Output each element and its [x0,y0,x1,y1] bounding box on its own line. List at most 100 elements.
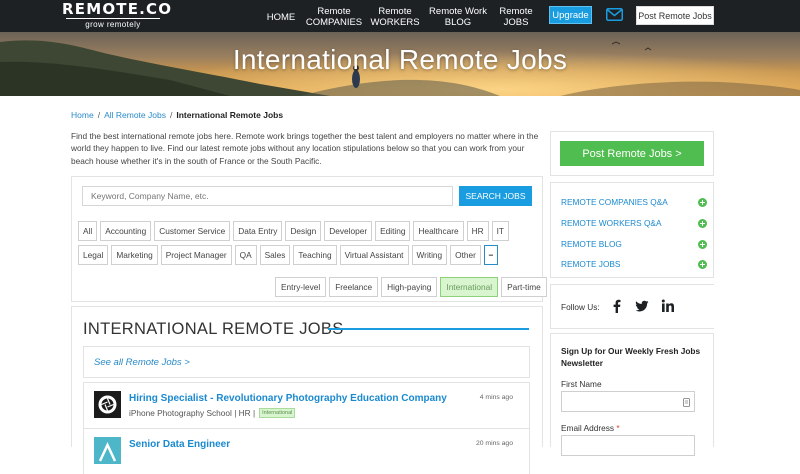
job-category: HR [238,408,251,418]
job-meta: iPhone Photography School | HR | Interna… [129,408,296,418]
job-type-tag-freelance[interactable]: Freelance [329,277,379,297]
follow-us-panel: Follow Us: [550,284,714,329]
first-name-label: First Name [561,379,602,389]
top-navigation-bar: REMOTE.CO grow remotely HOME Remote COMP… [0,0,800,32]
nav-remote-workers-link[interactable]: Remote WORKERS [370,4,420,30]
plus-circle-icon [698,259,707,269]
category-tag-qa[interactable]: QA [234,245,257,265]
category-tag-it[interactable]: IT [491,221,509,241]
job-title-link[interactable]: Senior Data Engineer [129,439,230,450]
sidebar-link-remote-companies-qa[interactable]: REMOTE COMPANIES Q&A [561,195,707,209]
camera-aperture-logo-icon [94,391,121,418]
jobs-list-panel: INTERNATIONAL REMOTE JOBS See all Remote… [71,306,543,474]
category-tag-project-manager[interactable]: Project Manager [160,245,232,265]
newsletter-signup-panel: Sign Up for Our Weekly Fresh Jobs Newsle… [550,333,714,456]
post-remote-jobs-nav-button[interactable]: Post Remote Jobs [636,6,714,25]
twitter-icon[interactable] [635,299,649,313]
international-badge: International [259,408,296,418]
job-company: iPhone Photography School [129,408,232,418]
nav-remote-work-blog-label: Remote Work BLOG [429,6,487,28]
job-search-filter-panel: SEARCH JOBS AllAccountingCustomer Servic… [71,176,547,302]
job-posted-time: 4 mins ago [479,394,513,401]
email-address-field[interactable] [561,435,695,456]
nav-remote-work-blog-link[interactable]: Remote Work BLOG [429,4,487,30]
category-tag-hr[interactable]: HR [466,221,489,241]
category-tag-healthcare[interactable]: Healthcare [413,221,464,241]
category-tag-virtual-assistant[interactable]: Virtual Assistant [339,245,409,265]
category-tag-design[interactable]: Design [285,221,322,241]
sidebar-link-label: REMOTE COMPANIES Q&A [561,197,668,207]
category-tag-marketing[interactable]: Marketing [111,245,158,265]
collapse-categories-button[interactable]: − [483,245,498,265]
upgrade-button[interactable]: Upgrade [549,6,592,24]
job-type-tag-part-time[interactable]: Part-time [501,277,547,297]
meta-separator: | [234,408,237,418]
sidebar-link-remote-jobs[interactable]: REMOTE JOBS [561,257,707,271]
nav-remote-companies-link[interactable]: Remote COMPANIES [305,4,363,30]
sidebar-link-remote-workers-qa[interactable]: REMOTE WORKERS Q&A [561,216,707,230]
job-posted-time: 20 mins ago [475,440,513,447]
plus-circle-icon [698,218,707,228]
category-tag-editing[interactable]: Editing [375,221,411,241]
breadcrumb-home-link[interactable]: Home [71,110,94,120]
job-title-link[interactable]: Hiring Specialist - Revolutionary Photog… [129,393,447,404]
sidebar-link-remote-blog[interactable]: REMOTE BLOG [561,237,707,251]
envelope-icon[interactable] [606,8,623,21]
breadcrumb-separator: / [169,110,173,120]
job-type-tag-entry-level[interactable]: Entry-level [275,277,327,297]
hero-banner: International Remote Jobs [0,32,800,96]
plus-circle-icon [698,239,707,249]
category-tag-legal[interactable]: Legal [78,245,109,265]
first-name-field[interactable] [561,391,695,412]
nav-home-link[interactable]: HOME [266,4,296,30]
breadcrumb-all-remote-jobs-link[interactable]: All Remote Jobs [104,110,166,120]
linkedin-icon[interactable] [661,299,675,313]
category-tag-writing[interactable]: Writing [411,245,448,265]
nav-remote-companies-label: Remote COMPANIES [305,6,363,28]
job-type-tag-international[interactable]: International [440,277,499,297]
job-type-tag-high-paying[interactable]: High-paying [381,277,438,297]
category-filter-tags: All Accounting Customer Service Data Entry D… [78,221,540,265]
breadcrumb: Home / All Remote Jobs / International Remot… [71,110,283,120]
breadcrumb-separator: / [97,110,101,120]
follow-us-label: Follow Us: [561,302,600,312]
email-address-label: Email Address * [561,423,620,433]
contact-card-icon [683,398,690,407]
job-type-filter-tags: Entry-level Freelance High-paying Internati… [275,277,547,297]
intro-paragraph: Find the best international remote jobs … [71,131,539,166]
job-listing-row[interactable]: Senior Data Engineer 20 mins ago [83,428,530,474]
facebook-icon[interactable] [610,299,624,313]
post-remote-jobs-button[interactable]: Post Remote Jobs > [560,141,704,166]
jobs-section-heading: INTERNATIONAL REMOTE JOBS [83,320,344,338]
breadcrumb-current-page: International Remote Jobs [176,110,284,120]
sidebar-link-label: REMOTE WORKERS Q&A [561,218,662,228]
category-tag-customer-service[interactable]: Customer Service [154,221,231,241]
job-search-input[interactable] [82,186,453,206]
newsletter-title: Sign Up for Our Weekly Fresh Jobs Newsle… [561,346,701,368]
nav-remote-jobs-label: Remote JOBS [499,6,533,28]
see-all-remote-jobs-link[interactable]: See all Remote Jobs > [83,346,530,378]
logo-underline [66,18,160,19]
sidebar-link-label: REMOTE BLOG [561,239,622,249]
nav-remote-workers-label: Remote WORKERS [370,6,420,28]
sidebar-link-label: REMOTE JOBS [561,259,621,269]
sidebar-post-panel: Post Remote Jobs > [550,131,714,176]
category-tag-teaching[interactable]: Teaching [293,245,337,265]
job-listing-row[interactable]: Hiring Specialist - Revolutionary Photog… [83,382,530,428]
email-address-label-text: Email Address [561,423,615,433]
remote-co-logo[interactable]: REMOTE.CO grow remotely [62,0,173,30]
category-tag-all[interactable]: All [78,221,98,241]
logo-tagline: grow remotely [85,20,141,29]
logo-wordmark: REMOTE.CO [62,0,173,18]
plus-circle-icon [698,197,707,207]
category-tag-data-entry[interactable]: Data Entry [233,221,283,241]
meta-separator: | [252,408,256,418]
search-jobs-button[interactable]: SEARCH JOBS [459,186,532,206]
category-tag-other[interactable]: Other [450,245,481,265]
category-tag-sales[interactable]: Sales [259,245,291,265]
sidebar-links-panel: REMOTE COMPANIES Q&A REMOTE WORKERS Q&A … [550,182,714,278]
category-tag-developer[interactable]: Developer [324,221,373,241]
category-tag-accounting[interactable]: Accounting [100,221,152,241]
nav-remote-jobs-link[interactable]: Remote JOBS [499,4,533,30]
company-logo-icon [94,437,121,464]
